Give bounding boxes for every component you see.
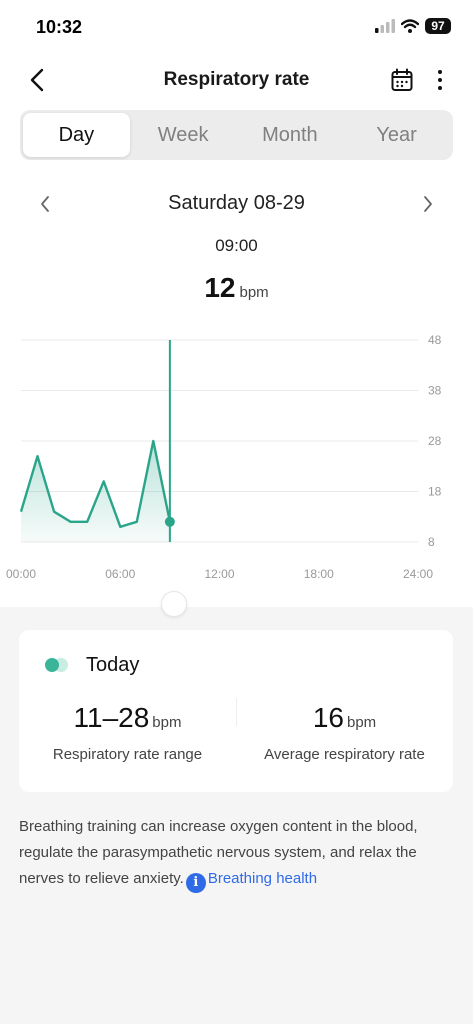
range-stat: 11–28 bpm Respiratory rate range	[19, 702, 236, 763]
info-icon[interactable]: i	[185, 873, 206, 893]
tab-month[interactable]: Month	[237, 113, 344, 157]
respiratory-rate-chart[interactable]: 48 38 28 18 8 00:00 06:00 12:00 18:00 24:00	[0, 320, 473, 590]
average-value: 16	[312, 702, 344, 733]
battery-icon: 97	[425, 18, 451, 34]
y-tick-label: 8	[428, 535, 435, 549]
range-value: 11–28	[73, 702, 150, 733]
description: Breathing training can increase oxygen c…	[19, 814, 455, 893]
x-tick-label: 00:00	[6, 567, 36, 581]
x-tick-label: 06:00	[105, 567, 135, 581]
chart-scrubber-handle[interactable]	[161, 591, 187, 617]
average-label: Average respiratory rate	[264, 746, 425, 763]
x-tick-label: 12:00	[204, 567, 234, 581]
today-summary-card: Today 11–28 bpm Respiratory rate range 16…	[19, 630, 453, 792]
y-tick-label: 48	[428, 333, 442, 347]
selection-point	[164, 516, 175, 527]
breathing-health-link[interactable]: Breathing health	[208, 870, 317, 887]
tab-week[interactable]: Week	[130, 113, 237, 157]
top-panel: 10:32 97 Respiratory rate Day Week Month…	[0, 0, 473, 607]
status-icons: 97	[375, 18, 451, 34]
date-navigator: Saturday 08-29	[0, 188, 473, 220]
y-tick-label: 28	[428, 434, 442, 448]
selected-value-unit: bpm	[239, 284, 269, 301]
average-stat: 16 bpm Average respiratory rate	[236, 702, 453, 763]
selected-time: 09:00	[215, 236, 258, 255]
y-tick-label: 38	[428, 384, 442, 398]
period-tabs: Day Week Month Year	[20, 110, 453, 160]
range-unit: bpm	[152, 714, 182, 731]
status-bar: 10:32 97	[0, 0, 473, 56]
chevron-right-icon[interactable]	[421, 194, 435, 214]
x-tick-label: 18:00	[304, 567, 334, 581]
signal-icon	[375, 19, 395, 33]
wifi-icon	[401, 19, 419, 33]
calendar-icon[interactable]	[391, 68, 413, 92]
y-tick-label: 18	[428, 485, 442, 499]
selected-value: 12 bpm	[0, 272, 473, 304]
x-tick-label: 24:00	[403, 567, 433, 581]
current-date: Saturday 08-29	[168, 192, 305, 214]
tab-year[interactable]: Year	[343, 113, 450, 157]
selected-value-number: 12	[204, 272, 236, 303]
more-icon[interactable]	[435, 68, 445, 92]
average-unit: bpm	[346, 714, 377, 731]
toggle-dots-icon	[45, 658, 68, 672]
summary-title: Today	[86, 654, 140, 676]
range-label: Respiratory rate range	[52, 746, 203, 763]
status-time: 10:32	[36, 17, 83, 37]
header: Respiratory rate	[0, 60, 473, 100]
tab-day[interactable]: Day	[23, 113, 130, 157]
